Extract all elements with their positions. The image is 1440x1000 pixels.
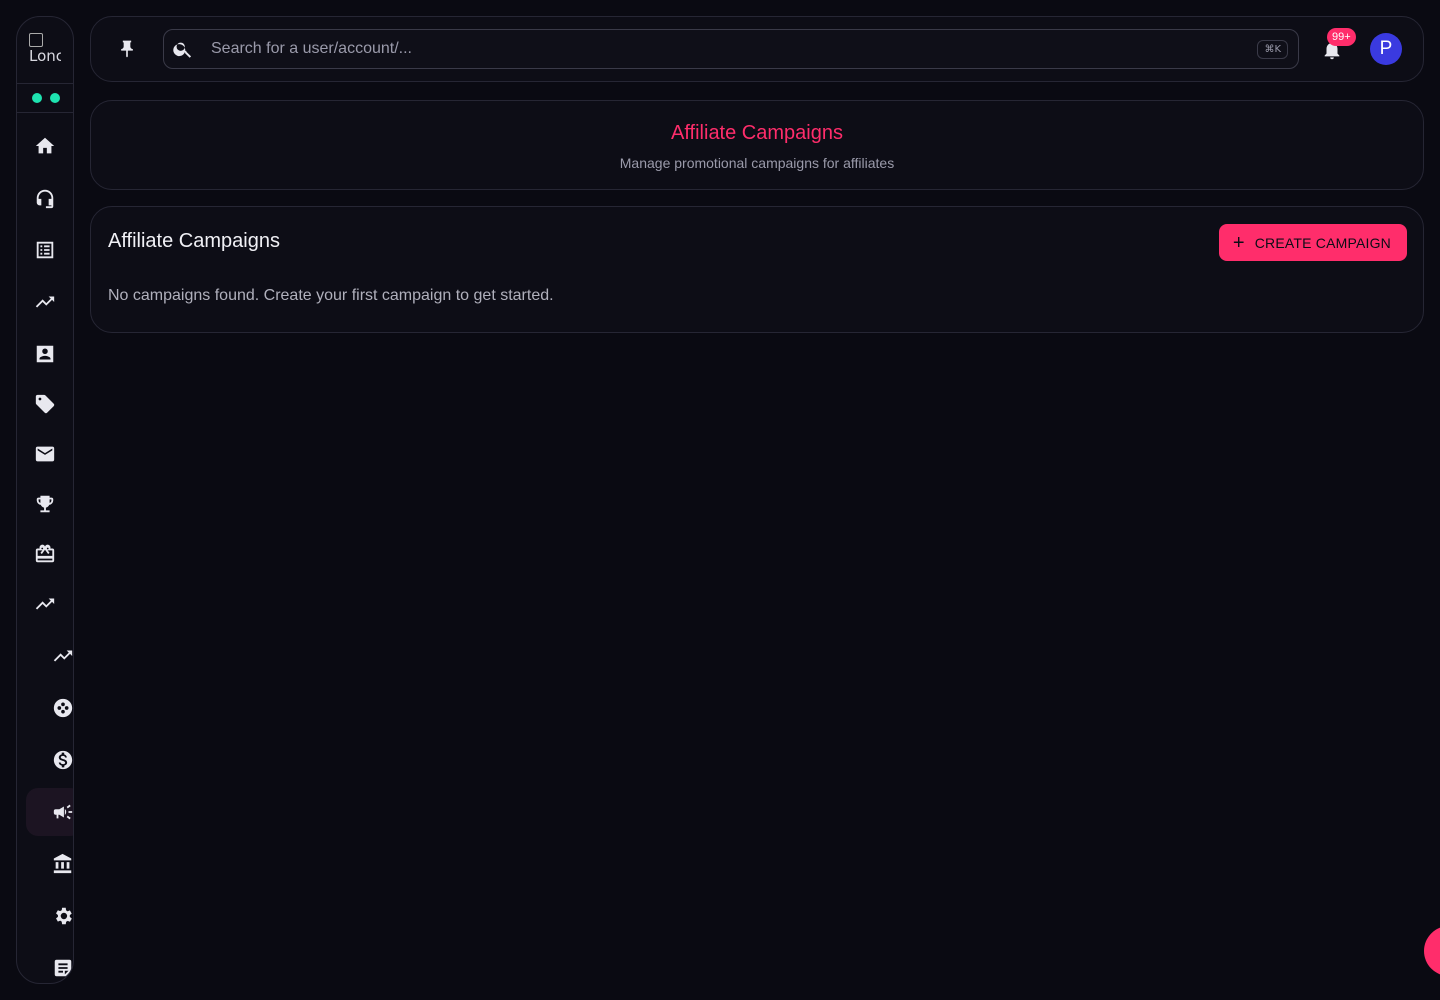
sidebar-item-list[interactable]	[27, 232, 63, 268]
mail-icon	[35, 446, 55, 462]
notification-count-badge: 99+	[1327, 28, 1356, 46]
create-campaign-label: CREATE CAMPAIGN	[1254, 234, 1391, 251]
trending-up-icon	[35, 598, 55, 610]
sidebar-item-home[interactable]	[27, 128, 63, 164]
trophy-icon	[36, 495, 54, 513]
sidebar-item-sports[interactable]	[45, 690, 73, 726]
trending-up-icon	[53, 650, 73, 662]
tag-icon	[35, 394, 55, 414]
bank-icon	[53, 853, 72, 874]
sidebar-item-affiliate-stats[interactable]	[45, 638, 73, 674]
status-indicators	[17, 83, 73, 113]
megaphone-icon	[53, 804, 73, 820]
logo[interactable]: Lonc	[29, 33, 61, 67]
sidebar-item-campaigns[interactable]	[26, 788, 73, 836]
status-dot	[32, 93, 42, 103]
page-subtitle: Manage promotional campaigns for affilia…	[619, 155, 895, 171]
top-bar: ⌘K 99+ P	[90, 16, 1424, 82]
sidebar: Lonc	[16, 16, 74, 984]
sidebar-item-analytics[interactable]	[27, 284, 63, 320]
sidebar-item-mail[interactable]	[27, 436, 63, 472]
page-header: Affiliate Campaigns Manage promotional c…	[90, 100, 1424, 190]
page-title: Affiliate Campaigns	[671, 122, 843, 144]
empty-state-message: No campaigns found. Create your first ca…	[108, 287, 554, 304]
status-dot	[50, 93, 60, 103]
football-icon	[53, 698, 73, 718]
search-bar[interactable]: ⌘K	[163, 29, 1299, 69]
sidebar-item-tags[interactable]	[27, 386, 63, 422]
sidebar-item-payments[interactable]	[45, 742, 73, 778]
dollar-icon	[53, 750, 73, 770]
sidebar-item-notes[interactable]	[45, 950, 73, 983]
headset-icon	[36, 189, 54, 209]
plus-icon: +	[1232, 231, 1245, 254]
user-avatar[interactable]: P	[1370, 33, 1402, 65]
pin-icon	[121, 40, 133, 58]
search-shortcut-hint: ⌘K	[1257, 39, 1288, 59]
notes-icon	[54, 959, 72, 977]
floating-action-button[interactable]	[1424, 926, 1440, 976]
campaigns-panel-title: Affiliate Campaigns	[108, 230, 280, 252]
campaigns-panel: Affiliate Campaigns + CREATE CAMPAIGN No…	[90, 206, 1424, 333]
sidebar-item-settings[interactable]	[45, 898, 73, 934]
sidebar-item-trends[interactable]	[27, 586, 63, 622]
pin-button[interactable]	[115, 37, 139, 61]
sidebar-item-trophy[interactable]	[27, 486, 63, 522]
sidebar-item-contacts[interactable]	[27, 336, 63, 372]
trending-up-icon	[35, 296, 55, 308]
contact-card-icon	[36, 345, 54, 363]
create-campaign-button[interactable]: + CREATE CAMPAIGN	[1218, 224, 1407, 261]
gear-icon	[56, 907, 72, 925]
sidebar-item-gifts[interactable]	[27, 536, 63, 572]
gift-card-icon	[35, 544, 55, 563]
search-input[interactable]	[209, 39, 1258, 59]
home-icon	[35, 137, 55, 154]
sidebar-item-bank[interactable]	[45, 846, 73, 882]
broken-image-icon	[29, 33, 43, 47]
search-icon	[173, 42, 192, 58]
sidebar-item-support[interactable]	[27, 180, 63, 216]
logo-alt-text: Lonc	[29, 47, 61, 65]
list-icon	[36, 241, 54, 259]
